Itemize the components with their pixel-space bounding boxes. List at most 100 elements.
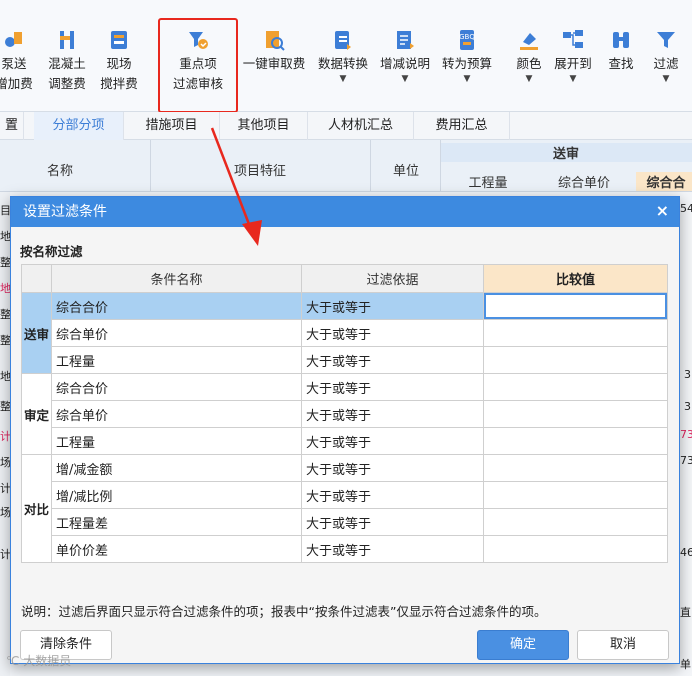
compare-value-cell[interactable] [483,454,668,482]
site-mixing-button[interactable]: 现场 搅拌费 [96,28,142,94]
chevron-down-icon: ▼ [662,74,670,84]
group-submit: 送审 [21,292,52,374]
compare-value-cell[interactable] [483,427,668,455]
condition-name: 综合单价 [51,319,302,347]
condition-name: 工程量 [51,427,302,455]
filter-basis-select[interactable]: 大于或等于 [301,508,484,536]
compare-value-cell[interactable] [483,319,668,347]
filter-basis-select[interactable]: 大于或等于 [301,400,484,428]
table-row[interactable]: 单价价差 大于或等于 [22,535,668,563]
data-convert-button[interactable]: 数据转换 ▼ [312,28,374,84]
table-row[interactable]: 综合单价 大于或等于 [22,319,668,347]
tab-settings[interactable]: 置 [0,112,24,140]
find-button[interactable]: 查找 [602,28,640,74]
filter-conditions-dialog: 设置过滤条件 × 按名称过滤 条件名称 过滤依据 比较值 送审 综合合价 大于或… [10,196,680,664]
col-header-total: 综合合 [636,172,692,191]
chevron-down-icon: ▼ [401,74,409,84]
filter-table-header: 条件名称 过滤依据 比较值 [21,264,668,293]
one-click-fee-button[interactable]: 一键审取费 [238,28,310,74]
compare-value-cell[interactable] [483,400,668,428]
table-row[interactable]: 综合单价 大于或等于 [22,400,668,428]
header-compare-value: 比较值 [483,264,668,293]
expand-to-button[interactable]: 展开到 ▼ [550,28,596,84]
header-filter-basis: 过滤依据 [301,264,484,293]
filter-basis-select[interactable]: 大于或等于 [301,346,484,374]
col-header-features: 项目特征 [233,164,286,179]
mixer-icon [111,31,127,49]
concrete-adjust-button[interactable]: 混凝土 调整费 [44,28,90,94]
tab-sub-items[interactable]: 分部分项 [34,112,124,140]
condition-name: 工程量 [51,346,302,374]
tab-fee-summary[interactable]: 费用汇总 [414,112,510,140]
change-note-button[interactable]: 增减说明 ▼ [374,28,436,84]
ribbon-label: 过滤 [653,56,679,71]
filter-by-name-label: 按名称过滤 [20,244,83,259]
ribbon-label: 现场 [106,56,132,71]
table-row[interactable]: 审定 综合合价 大于或等于 [21,373,668,455]
expand-icon [563,30,583,48]
col-header-unit-price: 综合单价 [557,176,610,191]
view-tab-bar: 置 分部分项 措施项目 其他项目 人材机汇总 费用汇总 [0,112,692,140]
edge-text: 直 [680,606,691,619]
edge-text: 3 [684,400,691,413]
ribbon-label: 调整费 [48,76,86,91]
fee-review-icon [266,31,285,51]
ribbon-toolbar: 泵送 增加费 混凝土 调整费 现场 搅拌费 重点项 过滤审核 一键审取费 数据转… [0,0,692,112]
chevron-down-icon: ▼ [525,74,533,84]
compare-value-cell[interactable] [483,535,668,563]
ribbon-label: 转为预算 [441,56,492,71]
compare-value-cell[interactable] [483,292,668,320]
ribbon-label: 增减说明 [379,56,430,71]
condition-name: 增/减比例 [51,481,302,509]
ribbon-label: 一键审取费 [242,56,306,71]
compare-value-cell[interactable] [483,508,668,536]
edge-text: 46 [680,546,692,559]
table-row[interactable]: 工程量 大于或等于 [22,346,668,374]
table-row[interactable]: 对比 增/减金额 大于或等于 [21,454,668,563]
pump-surcharge-button[interactable]: 泵送 增加费 [0,28,34,94]
chevron-down-icon: ▼ [463,74,471,84]
confirm-button[interactable]: 确定 [477,630,569,660]
condition-name: 综合单价 [51,400,302,428]
ribbon-label: 数据转换 [317,56,368,71]
close-icon[interactable]: × [656,197,669,225]
filter-note: 说明：过滤后界面只显示符合过滤条件的项；报表中“按条件过滤表”仅显示符合过滤条件… [21,604,547,619]
chevron-down-icon: ▼ [339,74,347,84]
compare-value-cell[interactable] [483,373,668,401]
header-corner [21,264,52,293]
to-budget-button[interactable]: GBQ 转为预算 ▼ [436,28,498,84]
filter-button[interactable]: 过滤 ▼ [646,28,686,84]
filter-basis-select[interactable]: 大于或等于 [301,373,484,401]
compare-value-cell[interactable] [483,481,668,509]
color-button[interactable]: 颜色 ▼ [510,28,548,84]
filter-basis-select[interactable]: 大于或等于 [301,319,484,347]
condition-name: 单价价差 [51,535,302,563]
group-approved: 审定 [21,373,52,455]
ribbon-label: 查找 [608,56,634,71]
col-header-unit: 单位 [392,164,419,179]
pump-icon [5,32,22,47]
tab-measures[interactable]: 措施项目 [124,112,220,140]
table-row[interactable]: 增/减比例 大于或等于 [22,481,668,509]
table-row[interactable]: 送审 综合合价 大于或等于 [21,292,668,374]
filter-basis-select[interactable]: 大于或等于 [301,427,484,455]
ribbon-label: 泵送 [1,56,27,71]
tab-other-items[interactable]: 其他项目 [220,112,308,140]
condition-name: 增/减金额 [51,454,302,482]
filter-basis-select[interactable]: 大于或等于 [301,454,484,482]
edge-text: 73 [680,428,692,441]
filter-basis-select[interactable]: 大于或等于 [301,481,484,509]
funnel-icon [657,32,675,48]
table-row[interactable]: 工程量 大于或等于 [22,427,668,455]
filter-basis-select[interactable]: 大于或等于 [301,292,484,320]
change-note-icon [397,31,414,49]
table-row[interactable]: 工程量差 大于或等于 [22,508,668,536]
compare-value-cell[interactable] [483,346,668,374]
tab-labor-material[interactable]: 人材机汇总 [308,112,414,140]
edge-text: 3 [684,368,691,381]
cancel-button[interactable]: 取消 [577,630,669,660]
filter-basis-select[interactable]: 大于或等于 [301,535,484,563]
binoculars-icon [613,32,629,48]
condition-name: 工程量差 [51,508,302,536]
compare-value-input[interactable] [484,293,667,319]
